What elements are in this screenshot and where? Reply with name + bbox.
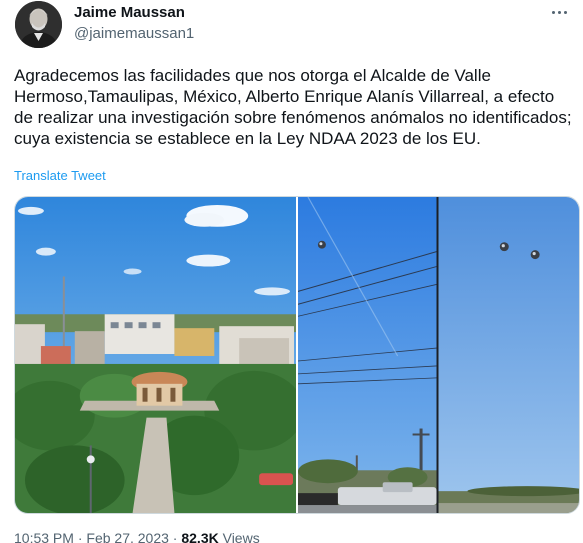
sky-objects-photo[interactable] xyxy=(298,197,579,513)
tweet-time[interactable]: 10:53 PM xyxy=(14,530,74,543)
meta-separator: · xyxy=(77,530,83,543)
tweet-text: Agradecemos las facilidades que nos otor… xyxy=(14,66,577,148)
profile-photo-icon xyxy=(15,1,62,48)
views-count: 82.3K xyxy=(181,530,219,543)
more-horizontal-icon xyxy=(551,10,555,14)
tweet: Jaime Maussan @jaimemaussan1 Agradecemos… xyxy=(0,0,583,543)
more-horizontal-icon xyxy=(557,10,561,14)
avatar[interactable] xyxy=(15,1,62,48)
tweet-meta: 10:53 PM · Feb 27, 2023 · 82.3K Views xyxy=(14,530,260,543)
meta-separator: · xyxy=(172,530,178,543)
more-horizontal-icon xyxy=(563,10,567,14)
author-display-name[interactable]: Jaime Maussan xyxy=(74,4,185,21)
sky-objects-photo-icon xyxy=(298,197,579,513)
town-plaza-photo[interactable] xyxy=(15,197,296,513)
more-options-button[interactable] xyxy=(547,2,571,22)
author-handle[interactable]: @jaimemaussan1 xyxy=(74,25,194,42)
translate-tweet-link[interactable]: Translate Tweet xyxy=(14,168,106,183)
views-label: Views xyxy=(222,530,260,543)
tweet-date[interactable]: Feb 27, 2023 xyxy=(86,530,169,543)
media-grid xyxy=(14,196,580,514)
town-plaza-photo-icon xyxy=(15,197,296,513)
